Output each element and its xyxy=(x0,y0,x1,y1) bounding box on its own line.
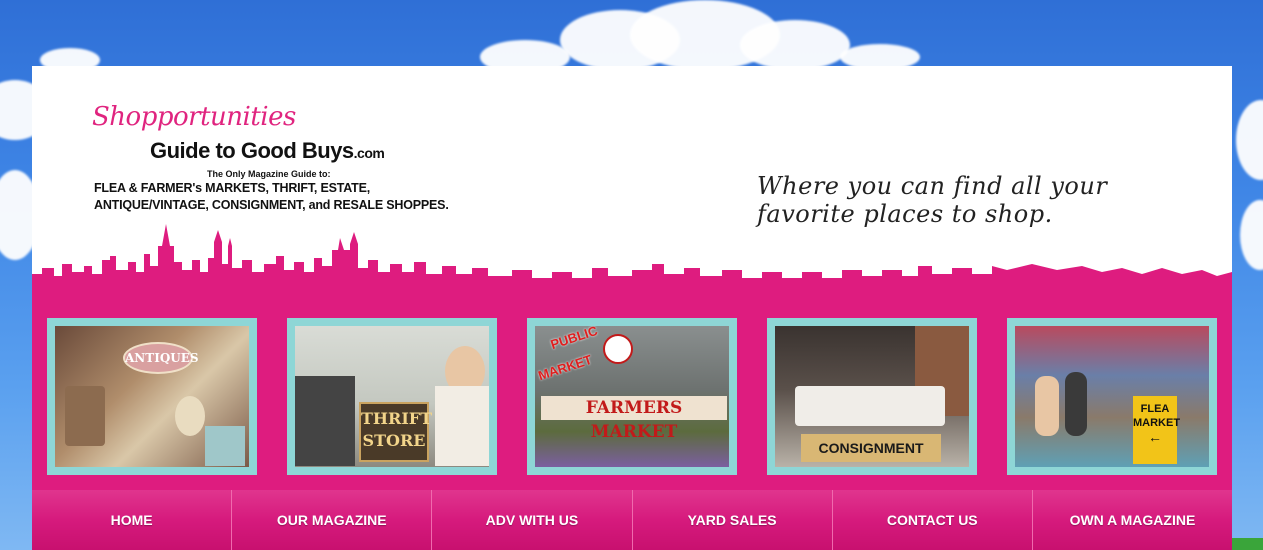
antiques-sign: ANTIQUES xyxy=(123,342,199,374)
flea-sign-line-2: MARKET xyxy=(1133,417,1181,429)
logo-script-text: Shopportunities xyxy=(92,102,296,132)
logo-desc-line-1: FLEA & FARMER's MARKETS, THRIFT, ESTATE, xyxy=(94,181,370,195)
nav-home[interactable]: HOME xyxy=(32,490,233,550)
logo-title-main: Guide to Good Buys xyxy=(150,138,354,163)
nav-our-magazine[interactable]: OUR MAGAZINE xyxy=(232,490,433,550)
tile-antiques[interactable]: ANTIQUES xyxy=(47,318,257,475)
thrift-store-sign: THRIFT STORE xyxy=(359,402,433,462)
farmers-market-sign: FARMERS MARKET xyxy=(541,396,727,442)
logo-domain: .com xyxy=(353,145,385,161)
logo-title: Guide to Good Buys.com xyxy=(150,138,385,164)
logo-description: FLEA & FARMER's MARKETS, THRIFT, ESTATE,… xyxy=(94,180,449,214)
featured-tiles: ANTIQUES THRIFT STORE PUBLIC MARKET FARM… xyxy=(32,298,1232,490)
tile-consignment[interactable]: CONSIGNMENT xyxy=(767,318,977,475)
market-sign: MARKET xyxy=(536,351,594,384)
nav-contact-us[interactable]: CONTACT US xyxy=(833,490,1033,550)
site-frame: Shopportunities Guide to Good Buys.com T… xyxy=(32,66,1232,550)
public-sign: PUBLIC xyxy=(548,326,600,353)
thrift-sign-line-1: THRIFT xyxy=(361,409,433,428)
logo-desc-line-2: ANTIQUE/VINTAGE, CONSIGNMENT, and RESALE… xyxy=(94,198,449,212)
tile-flea-market[interactable]: FLEA MARKET ← xyxy=(1007,318,1217,475)
nav-adv-with-us[interactable]: ADV WITH US xyxy=(432,490,633,550)
tile-farmers-market[interactable]: PUBLIC MARKET FARMERS MARKET xyxy=(527,318,737,475)
flea-market-sign: FLEA MARKET ← xyxy=(1133,396,1181,464)
logo-subtitle: The Only Magazine Guide to: xyxy=(207,169,331,179)
nav-yard-sales[interactable]: YARD SALES xyxy=(633,490,833,550)
main-navigation: HOME OUR MAGAZINE ADV WITH US YARD SALES… xyxy=(32,490,1232,550)
tile-thrift-store[interactable]: THRIFT STORE xyxy=(287,318,497,475)
thrift-sign-line-2: STORE xyxy=(362,431,426,450)
flea-sign-line-1: FLEA xyxy=(1140,403,1170,415)
arrow-left-icon: ← xyxy=(1148,429,1162,445)
nav-own-a-magazine[interactable]: OWN A MAGAZINE xyxy=(1033,490,1232,550)
consignment-sign: CONSIGNMENT xyxy=(801,434,941,462)
